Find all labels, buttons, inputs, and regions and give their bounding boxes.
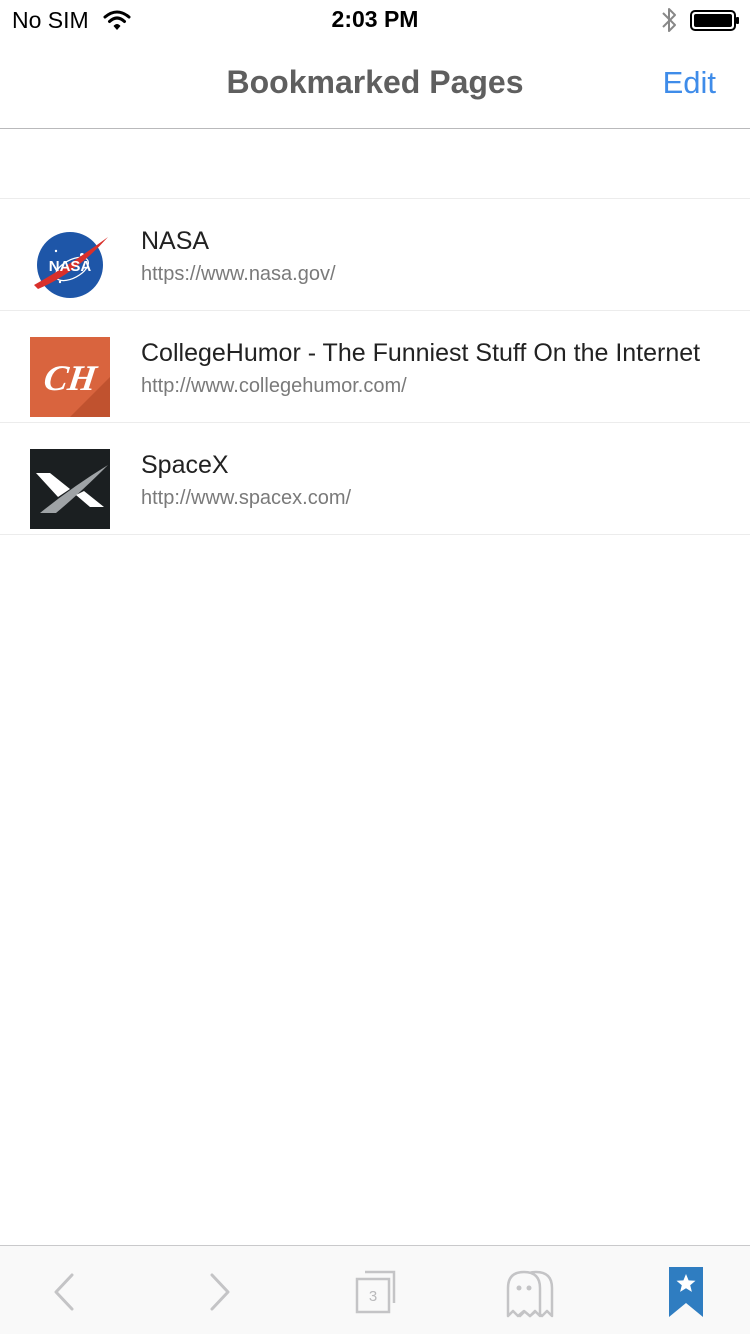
navigation-bar: Bookmarked Pages Edit — [0, 40, 750, 129]
collegehumor-logo: CH — [30, 337, 110, 417]
forward-icon — [210, 1273, 230, 1311]
status-bar: No SIM 2:03 PM — [0, 0, 750, 40]
bookmark-list: NASA NASA https://www.nasa.gov/ CH Colle… — [0, 198, 750, 535]
bookmark-title: CollegeHumor - The Funniest Stuff On the… — [141, 339, 701, 367]
bookmark-row-spacex[interactable]: SpaceX http://www.spacex.com/ — [0, 423, 750, 535]
bookmark-icon — [669, 1267, 703, 1317]
back-button[interactable] — [34, 1264, 94, 1320]
edit-button[interactable]: Edit — [663, 65, 716, 101]
battery-icon — [690, 10, 739, 31]
bookmark-url: http://www.spacex.com/ — [141, 487, 352, 509]
ghost-button[interactable] — [500, 1264, 560, 1320]
nasa-logo: NASA — [30, 225, 110, 305]
ghost-icon — [506, 1270, 554, 1318]
clock: 2:03 PM — [331, 6, 419, 32]
bookmark-url: https://www.nasa.gov/ — [141, 263, 336, 285]
page-title: Bookmarked Pages — [226, 64, 524, 100]
spacex-logo — [30, 449, 110, 529]
back-icon — [54, 1273, 74, 1311]
bookmark-row-nasa[interactable]: NASA NASA https://www.nasa.gov/ — [0, 199, 750, 311]
tab-count: 3 — [369, 1288, 377, 1305]
bluetooth-icon — [662, 8, 676, 32]
bookmark-title: NASA — [141, 227, 210, 255]
bookmark-title: SpaceX — [141, 451, 229, 479]
collegehumor-logo-text: CH — [41, 358, 100, 398]
bookmark-url: http://www.collegehumor.com/ — [141, 375, 407, 397]
bottom-toolbar: 3 — [0, 1245, 750, 1334]
bookmarks-button[interactable] — [656, 1264, 716, 1320]
tabs-button[interactable]: 3 — [344, 1264, 404, 1320]
bookmark-row-collegehumor[interactable]: CH CollegeHumor - The Funniest Stuff On … — [0, 311, 750, 423]
svg-text:NASA: NASA — [49, 258, 92, 275]
tabs-icon: 3 — [355, 1270, 396, 1314]
forward-button[interactable] — [190, 1264, 250, 1320]
